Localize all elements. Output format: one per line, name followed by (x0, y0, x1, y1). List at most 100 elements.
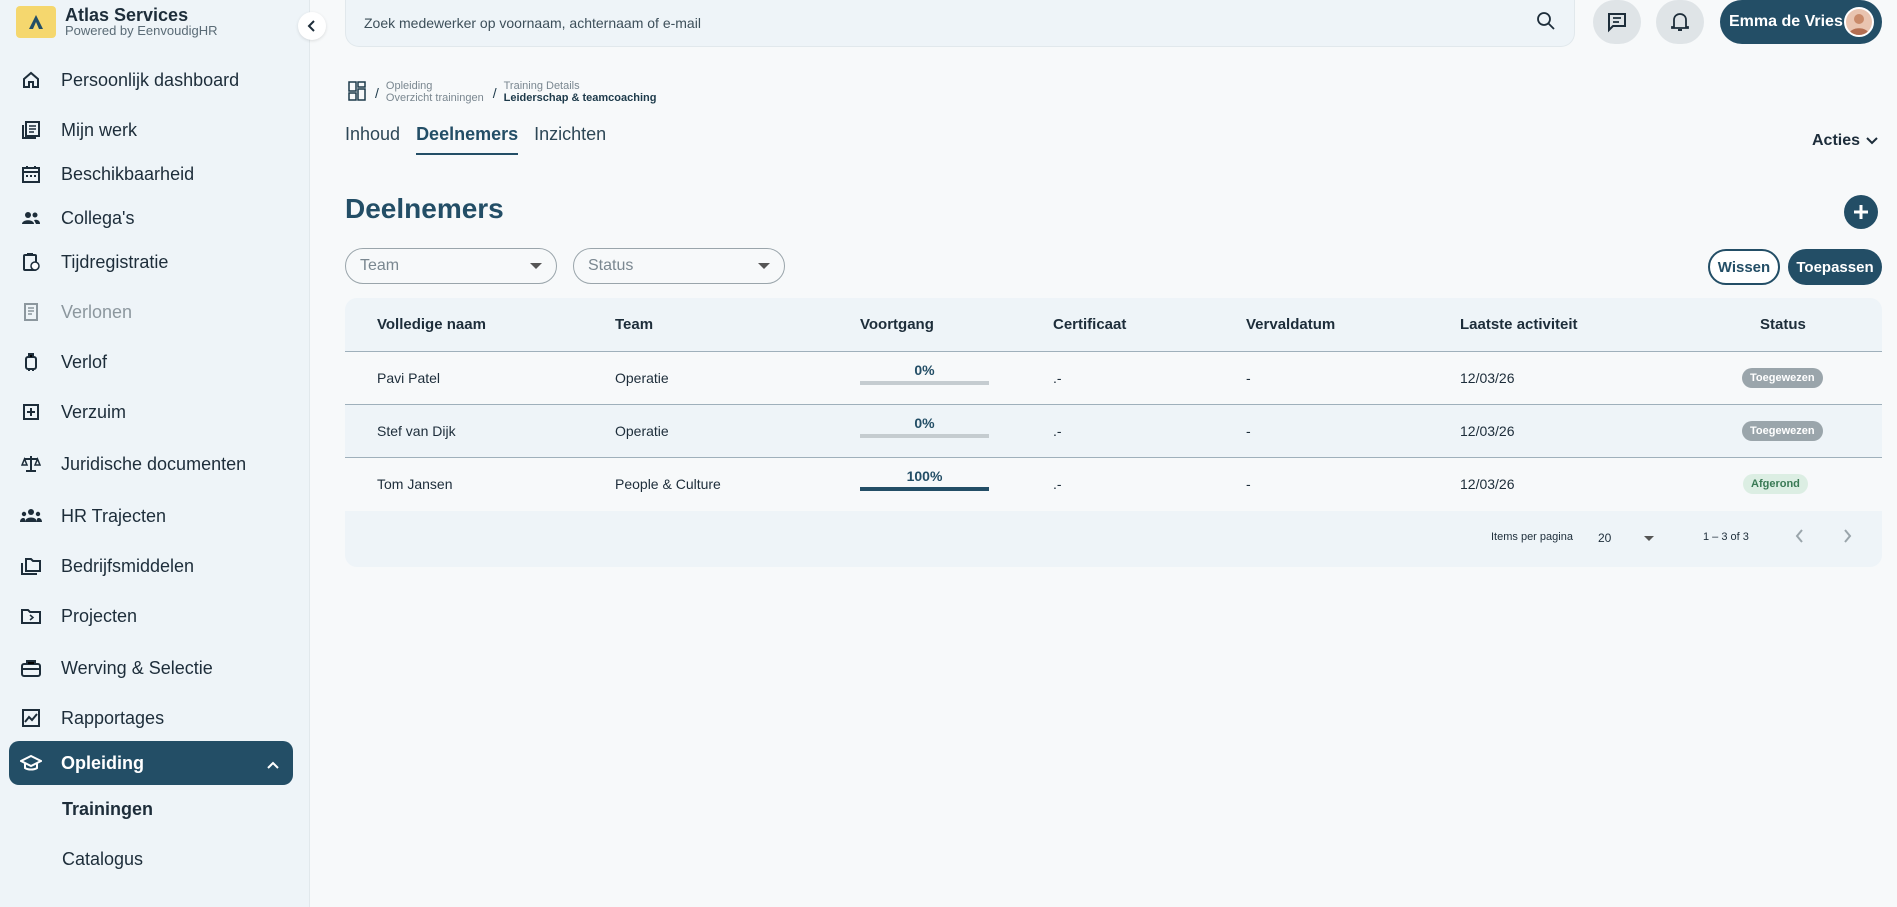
table-header: Volledige naam Team Voortgang Certificaa… (345, 298, 1882, 352)
calendar-icon (20, 163, 42, 185)
sidebar-item-rapportages[interactable]: Rapportages (0, 696, 300, 740)
sidebar-item-hr-trajecten[interactable]: HR Trajecten (0, 494, 300, 538)
home-icon (20, 69, 42, 91)
actions-dropdown[interactable]: Acties (1812, 132, 1878, 150)
brand[interactable]: Atlas Services Powered by EenvoudigHR (16, 6, 217, 38)
table-pagination: Items per pagina 20 1 – 3 of 3 (345, 511, 1882, 567)
sidebar-item-projecten[interactable]: Projecten (0, 594, 300, 638)
tab-inhoud[interactable]: Inhoud (345, 124, 400, 155)
breadcrumb-separator: / (375, 84, 379, 101)
collapse-sidebar-button[interactable] (298, 12, 326, 40)
add-participant-button[interactable] (1844, 195, 1878, 229)
sidebar-item-collegas[interactable]: Collega's (0, 196, 300, 240)
sidebar-item-verlonen[interactable]: Verlonen (0, 290, 300, 334)
suitcase-icon (20, 351, 42, 373)
column-header[interactable]: Vervaldatum (1246, 316, 1335, 333)
clipboard-clock-icon (20, 251, 42, 273)
sidebar-item-label: Beschikbaarheid (61, 163, 195, 184)
sidebar-item-mijn-werk[interactable]: Mijn werk (0, 108, 300, 152)
sidebar: Atlas Services Powered by EenvoudigHR Pe… (0, 0, 310, 907)
search-icon[interactable] (1536, 11, 1556, 36)
items-per-page-select[interactable]: 20 (1598, 531, 1654, 545)
messages-button[interactable] (1593, 0, 1641, 44)
scale-icon (20, 453, 42, 475)
user-menu-button[interactable]: Emma de Vries (1720, 0, 1882, 44)
column-header[interactable]: Voortgang (860, 316, 934, 333)
sidebar-item-bedrijfsmiddelen[interactable]: Bedrijfsmiddelen (0, 544, 300, 588)
column-header[interactable]: Laatste activiteit (1460, 316, 1578, 333)
bell-icon (1671, 13, 1689, 31)
items-per-page-label: Items per pagina (1491, 531, 1573, 543)
search-bar (345, 0, 1575, 47)
chevron-left-icon (1795, 529, 1803, 543)
sidebar-item-label: Rapportages (61, 707, 165, 728)
cell-name: Stef van Dijk (377, 423, 456, 439)
sidebar-item-opleiding[interactable]: Opleiding (9, 741, 293, 785)
sidebar-item-label: Persoonlijk dashboard (61, 69, 240, 90)
search-input[interactable] (364, 15, 1536, 31)
breadcrumb-label: Opleiding (385, 80, 433, 92)
breadcrumb-value: Leiderschap & teamcoaching (503, 92, 657, 104)
status-filter-placeholder: Status (588, 257, 634, 274)
breadcrumb-separator: / (492, 84, 497, 101)
column-header[interactable]: Certificaat (1053, 316, 1126, 333)
sidebar-item-juridische-documenten[interactable]: Juridische documenten (0, 442, 300, 486)
sidebar-item-verlof[interactable]: Verlof (0, 340, 300, 384)
cell-team: Operatie (615, 370, 669, 386)
sidebar-subitem-catalogus[interactable]: Catalogus (62, 849, 143, 870)
table-row[interactable]: Pavi Patel Operatie 0% .- - 12/03/26 Toe… (345, 352, 1882, 405)
cell-last-activity: 12/03/26 (1460, 423, 1515, 439)
sidebar-item-label: Tijdregistratie (61, 251, 169, 272)
status-badge: Toegewezen (1742, 421, 1823, 441)
clear-button[interactable]: Wissen (1708, 249, 1780, 285)
cell-last-activity: 12/03/26 (1460, 476, 1515, 492)
grid-icon[interactable] (348, 81, 366, 104)
cell-expiry: - (1246, 370, 1251, 386)
tab-inzichten[interactable]: Inzichten (534, 124, 606, 155)
column-header[interactable]: Status (1760, 316, 1806, 333)
group-icon (20, 505, 42, 527)
column-header[interactable]: Volledige naam (377, 316, 486, 333)
notifications-button[interactable] (1656, 0, 1704, 44)
sidebar-item-dashboard[interactable]: Persoonlijk dashboard (0, 58, 300, 102)
sidebar-item-label: Verlonen (61, 301, 133, 322)
progress-bar (860, 381, 989, 385)
apply-button[interactable]: Toepassen (1788, 249, 1882, 285)
sidebar-item-label: Opleiding (61, 752, 144, 773)
sidebar-item-beschikbaarheid[interactable]: Beschikbaarheid (0, 152, 300, 196)
team-filter-select[interactable]: Team (345, 248, 557, 284)
chat-icon (1608, 13, 1626, 33)
sidebar-item-label: Mijn werk (61, 119, 138, 140)
sidebar-item-label: Verzuim (61, 401, 127, 422)
chevron-up-icon (267, 753, 279, 774)
status-badge: Afgerond (1743, 474, 1808, 494)
sidebar-item-label: Collega's (61, 207, 135, 228)
status-filter-select[interactable]: Status (573, 248, 785, 284)
sidebar-item-verzuim[interactable]: Verzuim (0, 390, 300, 434)
breadcrumb-item[interactable]: Opleiding Overzicht trainingen (386, 80, 484, 105)
previous-page-button[interactable] (1795, 529, 1805, 546)
page-title: Deelnemers (345, 193, 504, 224)
sidebar-item-tijdregistratie[interactable]: Tijdregistratie (0, 240, 300, 284)
tab-deelnemers[interactable]: Deelnemers (416, 124, 519, 155)
progress-indicator: 0% (860, 415, 989, 438)
status-badge: Toegewezen (1742, 368, 1823, 388)
chevron-down-icon (1866, 137, 1878, 145)
sidebar-item-label: Bedrijfsmiddelen (61, 555, 195, 576)
table-row[interactable]: Stef van Dijk Operatie 0% .- - 12/03/26 … (345, 405, 1882, 458)
chevron-left-icon (307, 20, 315, 32)
brand-logo-icon (16, 6, 56, 38)
brand-title: Atlas Services (65, 5, 189, 25)
sidebar-item-label: HR Trajecten (61, 505, 167, 526)
column-header[interactable]: Team (615, 316, 653, 333)
table-row[interactable]: Tom Jansen People & Culture 100% .- - 12… (345, 458, 1882, 511)
document-list-icon (20, 119, 42, 141)
sidebar-item-werving-selectie[interactable]: Werving & Selectie (0, 646, 300, 690)
next-page-button[interactable] (1842, 529, 1852, 546)
sidebar-subitem-trainingen[interactable]: Trainingen (62, 799, 153, 820)
breadcrumb: / Opleiding Overzicht trainingen / Train… (348, 80, 656, 105)
caret-down-icon (758, 263, 770, 269)
items-per-page-value: 20 (1598, 531, 1612, 545)
breadcrumb-item: Training Details Leiderschap & teamcoach… (504, 80, 657, 105)
sidebar-item-label: Projecten (61, 605, 138, 626)
